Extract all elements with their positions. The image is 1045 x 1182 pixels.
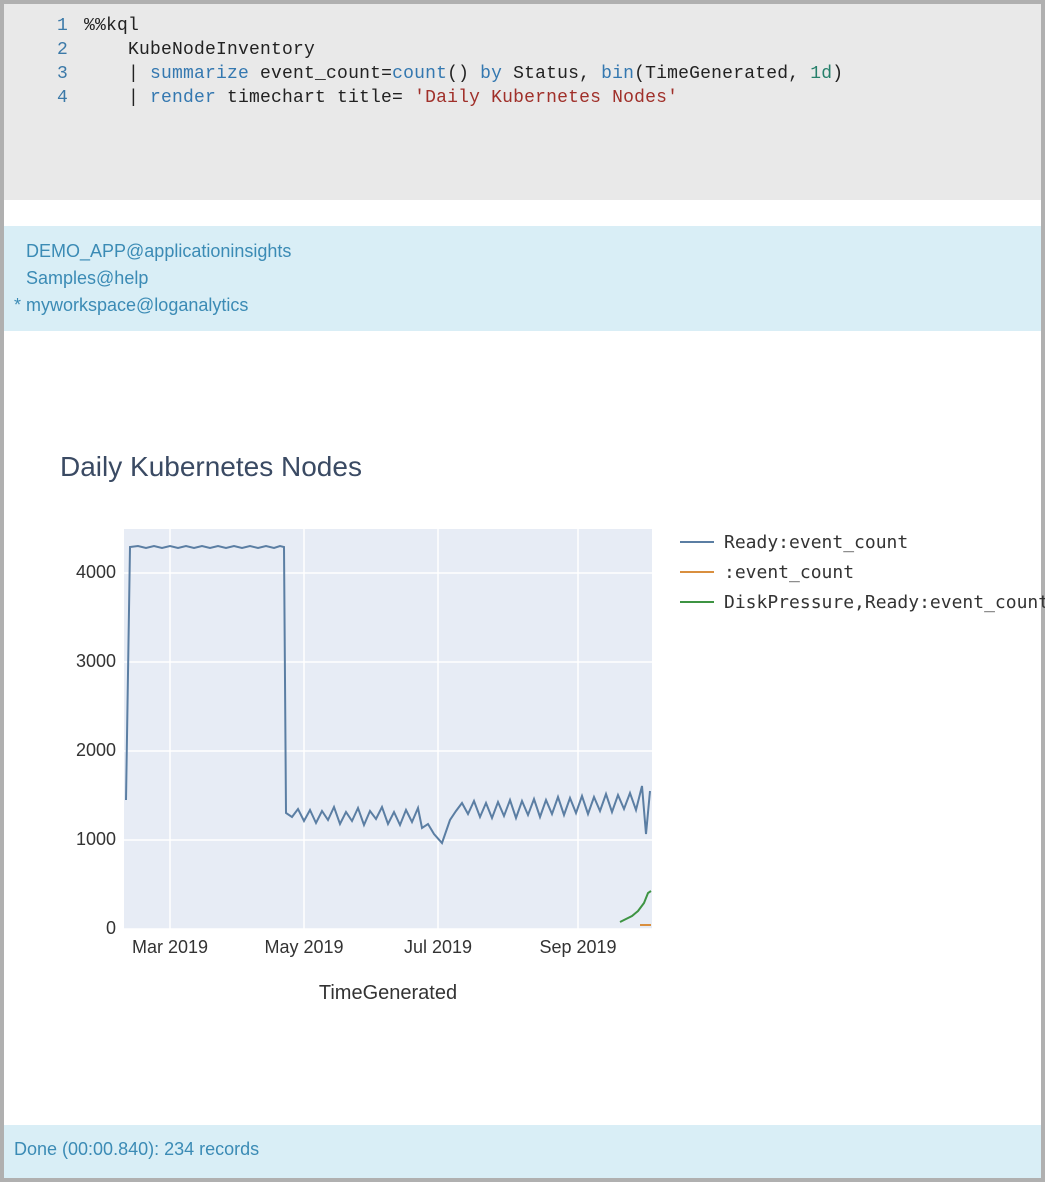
xtick-label: May 2019 [264,937,343,957]
legend-label: :event_count [724,562,854,583]
ytick-label: 2000 [76,740,116,760]
chart-output-panel: Daily Kubernetes Nodes 0 1000 [4,331,1041,1125]
chart-title: Daily Kubernetes Nodes [60,451,1041,483]
xtick-label: Sep 2019 [539,937,616,957]
line-number: 1 [6,14,84,38]
legend-swatch [680,541,714,543]
notebook-cell-frame: 1 %%kql 2 KubeNodeInventory 3 | summariz… [0,0,1045,1182]
line-number: 2 [6,38,84,62]
legend-swatch [680,601,714,603]
scope-item-active[interactable]: myworkspace@loganalytics [26,292,1029,319]
datasource-scope-bar: DEMO_APP@applicationinsights Samples@hel… [4,226,1041,331]
code-text: | render timechart title= 'Daily Kuberne… [84,86,678,110]
ytick-label: 0 [106,918,116,938]
code-text: KubeNodeInventory [84,38,315,62]
ytick-label: 4000 [76,562,116,582]
legend-item[interactable]: :event_count [680,557,1045,587]
legend-label: Ready:event_count [724,532,908,553]
code-text: | summarize event_count=count() by Statu… [84,62,843,86]
line-number: 3 [6,62,84,86]
status-text: Done (00:00.840): 234 records [14,1139,259,1159]
timechart-svg[interactable]: 0 1000 2000 3000 4000 Mar 2019 May 2019 … [60,521,660,1031]
legend-item[interactable]: Ready:event_count [680,527,1045,557]
legend-swatch [680,571,714,573]
code-cell[interactable]: 1 %%kql 2 KubeNodeInventory 3 | summariz… [4,4,1041,200]
ytick-label: 1000 [76,829,116,849]
line-number: 4 [6,86,84,110]
spacer [4,200,1041,226]
xtick-label: Mar 2019 [132,937,208,957]
xtick-label: Jul 2019 [404,937,472,957]
scope-item[interactable]: Samples@help [26,265,1029,292]
scope-item[interactable]: DEMO_APP@applicationinsights [26,238,1029,265]
legend-item[interactable]: DiskPressure,Ready:event_count [680,587,1045,617]
chart-area[interactable]: 0 1000 2000 3000 4000 Mar 2019 May 2019 … [60,521,1041,1031]
status-bar: Done (00:00.840): 234 records [4,1125,1041,1178]
x-axis-label: TimeGenerated [319,982,457,1004]
legend-label: DiskPressure,Ready:event_count [724,592,1045,613]
chart-legend: Ready:event_count :event_count DiskPress… [680,527,1045,617]
ytick-label: 3000 [76,651,116,671]
code-text: %%kql [84,14,139,38]
